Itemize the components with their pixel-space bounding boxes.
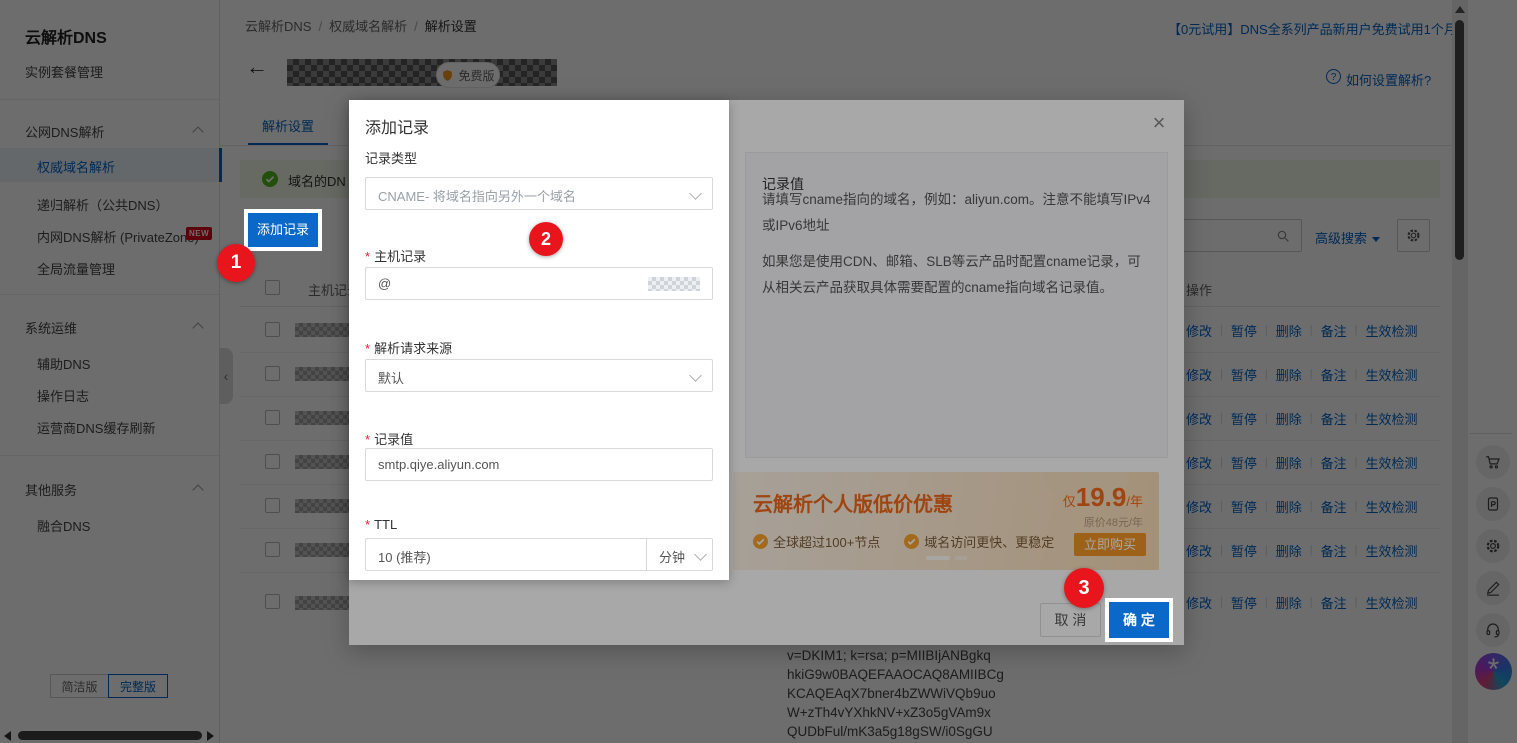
ttl-input[interactable]: 10 (推荐) 分钟 xyxy=(365,538,713,571)
step-2-badge: 2 xyxy=(529,222,563,256)
required-star: * xyxy=(365,341,370,356)
ttl-value: 10 (推荐) xyxy=(378,547,431,566)
line-label: * 解析请求来源 xyxy=(365,338,452,357)
ttl-unit-select[interactable]: 分钟 xyxy=(646,539,715,570)
record-type-label: 记录类型 xyxy=(365,148,417,167)
ttl-label-text: TTL xyxy=(374,517,397,532)
record-type-select[interactable]: CNAME- 将域名指向另外一个域名 xyxy=(365,177,713,210)
tutorial-dim-overlay xyxy=(0,0,1517,743)
required-star: * xyxy=(365,249,370,264)
chevron-down-icon xyxy=(694,548,707,561)
line-select[interactable]: 默认 xyxy=(365,359,713,392)
add-record-form: 添加记录 记录类型 CNAME- 将域名指向另外一个域名 * 主机记录 @ * 解析… xyxy=(349,100,729,580)
domain-suffix-blurred xyxy=(648,277,700,291)
host-label: * 主机记录 xyxy=(365,246,426,265)
line-label-text: 解析请求来源 xyxy=(374,341,452,356)
host-value: @ xyxy=(378,276,391,291)
line-value: 默认 xyxy=(378,368,404,387)
confirm-button[interactable]: 确 定 xyxy=(1109,602,1169,638)
record-value-input[interactable]: smtp.qiye.aliyun.com xyxy=(365,448,713,481)
add-record-button[interactable]: 添加记录 xyxy=(248,213,318,247)
record-value-value: smtp.qiye.aliyun.com xyxy=(378,457,499,472)
host-label-text: 主机记录 xyxy=(374,249,426,264)
ttl-unit-value: 分钟 xyxy=(659,547,685,566)
host-input[interactable]: @ xyxy=(365,267,713,300)
chevron-down-icon xyxy=(689,187,702,200)
chevron-down-icon xyxy=(689,369,702,382)
required-star: * xyxy=(365,432,370,447)
record-value-label: * 记录值 xyxy=(365,429,413,448)
required-star: * xyxy=(365,517,370,532)
step-1-badge: 1 xyxy=(217,244,255,282)
record-value-label-text: 记录值 xyxy=(374,432,413,447)
step-3-badge: 3 xyxy=(1064,568,1104,608)
record-type-value: CNAME- 将域名指向另外一个域名 xyxy=(378,186,576,205)
screen: 云解析DNS 实例套餐管理 公网DNS解析 权威域名解析 递归解析（公共DNS）… xyxy=(0,0,1517,743)
ttl-label: * TTL xyxy=(365,517,397,532)
modal-title: 添加记录 xyxy=(365,114,429,138)
